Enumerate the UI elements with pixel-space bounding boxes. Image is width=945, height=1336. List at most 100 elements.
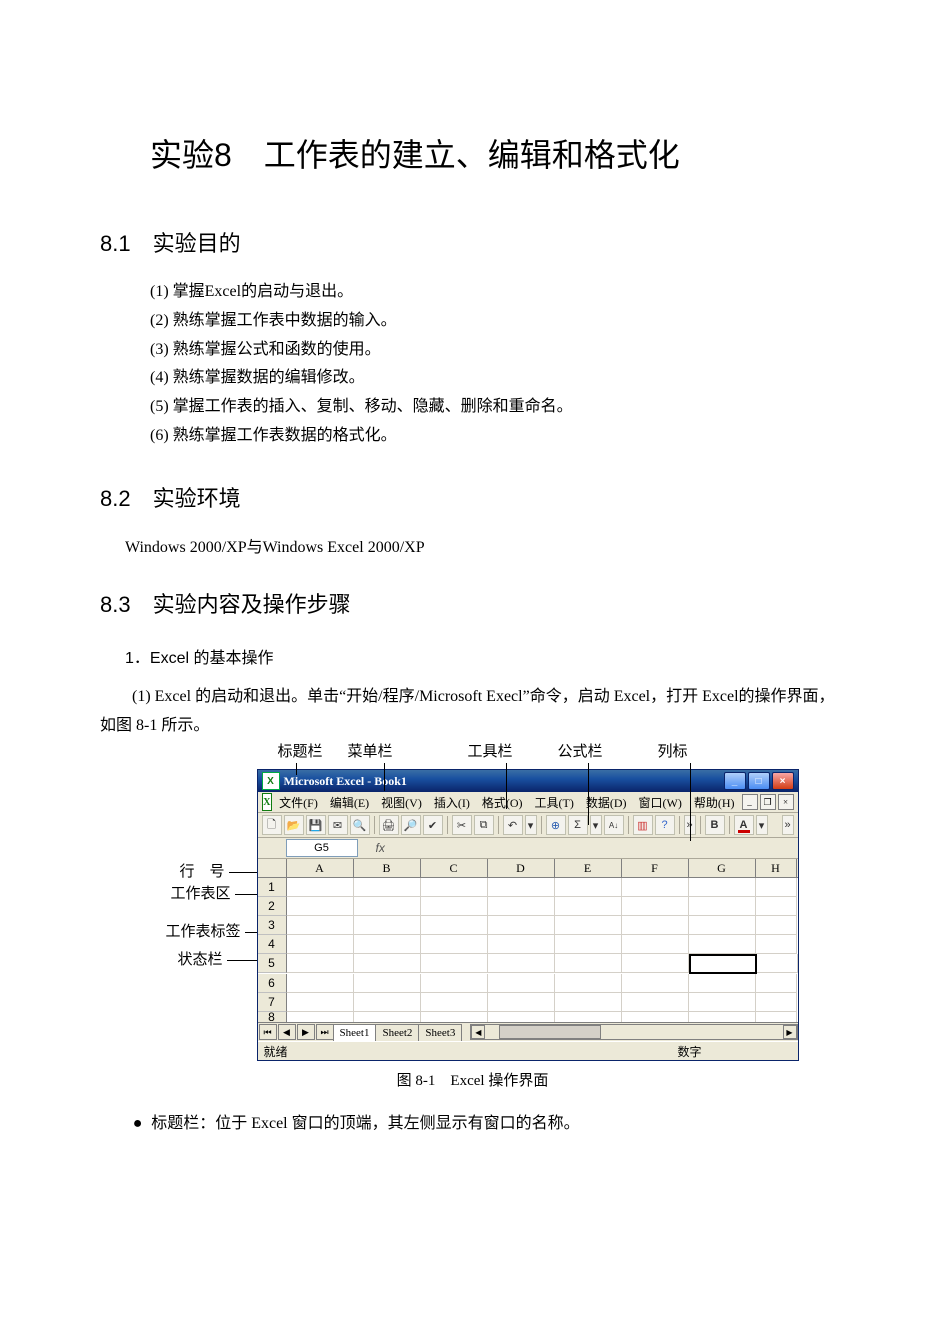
env-text: Windows 2000/XP与Windows Excel 2000/XP [125,533,845,557]
menu-tools[interactable]: 工具(T) [530,793,579,812]
heading-8-2: 8.2 实验环境 [100,481,845,513]
annot-colheader: 列标 [658,740,708,761]
annot-titlebar: 标题栏 [278,740,338,761]
close-button[interactable]: × [772,772,794,790]
scroll-thumb[interactable] [499,1025,601,1039]
new-icon[interactable]: 🗋 [262,815,282,835]
copy-icon[interactable]: ⧉ [474,815,494,835]
minimize-button[interactable]: _ [724,772,746,790]
doc-restore-button[interactable]: ❐ [760,794,776,810]
fx-label[interactable]: fx [376,841,385,855]
menu-bar: X 文件(F) 编辑(E) 视图(V) 插入(I) 格式(O) 工具(T) 数据… [258,792,798,813]
sheet-tab[interactable]: Sheet1 [333,1024,377,1041]
bullet-dot-icon: ● [128,1110,147,1139]
menu-help[interactable]: 帮助(H) [689,793,740,812]
column-header[interactable]: D [488,859,555,877]
row-header[interactable]: 7 [258,993,287,1012]
row-header[interactable]: 8 [258,1012,287,1022]
horizontal-scrollbar[interactable]: ◀ ▶ [470,1024,797,1040]
tab-nav-first-icon[interactable]: ⏮ [259,1024,277,1040]
toolbar-separator [374,816,375,834]
toolbar-separator [498,816,499,834]
open-icon[interactable]: 📂 [284,815,304,835]
print-icon[interactable]: 🖨 [379,815,399,835]
tab-nav-last-icon[interactable]: ⏭ [316,1024,334,1040]
excel-window: X Microsoft Excel - Book1 _ □ × X 文件(F) … [257,769,799,1061]
search-icon[interactable]: 🔍 [350,815,370,835]
name-box[interactable]: G5 [286,839,358,857]
bullet-text: 标题栏：位于 Excel 窗口的顶端，其左侧显示有窗口的名称。 [151,1115,579,1132]
excel-app-icon: X [262,772,280,790]
row-header[interactable]: 2 [258,897,287,916]
paragraph-1: (1) Excel 的启动和退出。单击“开始/程序/Microsoft Exec… [100,683,845,741]
sort-asc-icon[interactable]: A↓ [604,815,624,835]
font-color-button[interactable]: A [734,815,754,835]
menu-insert[interactable]: 插入(I) [429,793,475,812]
menu-edit[interactable]: 编辑(E) [325,793,374,812]
worksheet-grid[interactable]: A B C D E F G H 1 2 3 4 5 6 [258,859,798,1022]
status-ready: 就绪 [264,1043,288,1060]
toolbar-separator [679,816,680,834]
menu-view[interactable]: 视图(V) [376,793,427,812]
objective-item: (2) 熟练掌握工作表中数据的输入。 [150,307,845,336]
doc-minimize-button[interactable]: _ [742,794,758,810]
column-header[interactable]: G [689,859,756,877]
window-titlebar[interactable]: X Microsoft Excel - Book1 _ □ × [258,770,798,792]
sheet-tab[interactable]: Sheet2 [375,1024,419,1041]
scroll-right-icon[interactable]: ▶ [783,1025,797,1039]
column-header[interactable]: E [555,859,622,877]
tab-nav-prev-icon[interactable]: ◀ [278,1024,296,1040]
objective-item: (5) 掌握工作表的插入、复制、移动、隐藏、删除和重命名。 [150,393,845,422]
print-preview-icon[interactable]: 🔎 [401,815,421,835]
toolbar-separator [700,816,701,834]
toolbar-separator [447,816,448,834]
undo-icon[interactable]: ↶ [503,815,523,835]
mail-icon[interactable]: ✉ [328,815,348,835]
sheet-tab-bar: ⏮ ◀ ▶ ⏭ Sheet1 Sheet2 Sheet3 ◀ ▶ [258,1022,798,1041]
save-icon[interactable]: 💾 [306,815,326,835]
cut-icon[interactable]: ✂ [452,815,472,835]
maximize-button[interactable]: □ [748,772,770,790]
menu-file[interactable]: 文件(F) [274,793,323,812]
figure-left-annotations: 行 号 工作表区 工作表标签 状态栏 [147,769,257,975]
column-header[interactable]: F [622,859,689,877]
format-toolbar-more-icon[interactable]: » [782,815,794,835]
annot-formulabar: 公式栏 [558,740,628,761]
row-header[interactable]: 5 [258,954,287,973]
hyperlink-icon[interactable]: ⊕ [546,815,566,835]
subheading-1: 1．Excel 的基本操作 [125,644,845,668]
heading-8-3: 8.3 实验内容及操作步骤 [100,587,845,619]
row-header[interactable]: 6 [258,974,287,993]
autosum-icon[interactable]: Σ [568,815,588,835]
figure-top-annotations: 标题栏 菜单栏 工具栏 公式栏 列标 [278,740,798,761]
column-header[interactable]: H [756,859,797,877]
annot-menubar: 菜单栏 [348,740,428,761]
select-all-corner[interactable] [258,859,287,877]
menu-format[interactable]: 格式(O) [477,793,528,812]
autosum-dropdown-icon[interactable]: ▾ [590,815,602,835]
help-icon[interactable]: ? [655,815,675,835]
toolbar-separator [628,816,629,834]
toolbar: 🗋 📂 💾 ✉ 🔍 🖨 🔎 ✔ ✂ ⧉ ↶ ▾ ⊕ [258,813,798,838]
doc-close-button[interactable]: × [778,794,794,810]
objective-item: (4) 熟练掌握数据的编辑修改。 [150,364,845,393]
spellcheck-icon[interactable]: ✔ [423,815,443,835]
formula-bar: G5 fx [258,838,798,859]
active-cell[interactable] [689,954,757,974]
row-header[interactable]: 1 [258,878,287,897]
row-header[interactable]: 3 [258,916,287,935]
bold-button[interactable]: B [705,815,725,835]
row-header[interactable]: 4 [258,935,287,954]
annot-rowheader: 行 号 [179,864,224,880]
undo-dropdown-icon[interactable]: ▾ [525,815,537,835]
scroll-left-icon[interactable]: ◀ [471,1025,485,1039]
menu-window[interactable]: 窗口(W) [634,793,687,812]
font-color-dropdown-icon[interactable]: ▾ [756,815,768,835]
annot-sheettabs: 工作表标签 [165,924,240,940]
column-header[interactable]: C [421,859,488,877]
column-header[interactable]: A [287,859,354,877]
tab-nav-next-icon[interactable]: ▶ [297,1024,315,1040]
chart-icon[interactable]: ▥ [633,815,653,835]
column-header[interactable]: B [354,859,421,877]
sheet-tab[interactable]: Sheet3 [418,1024,462,1041]
